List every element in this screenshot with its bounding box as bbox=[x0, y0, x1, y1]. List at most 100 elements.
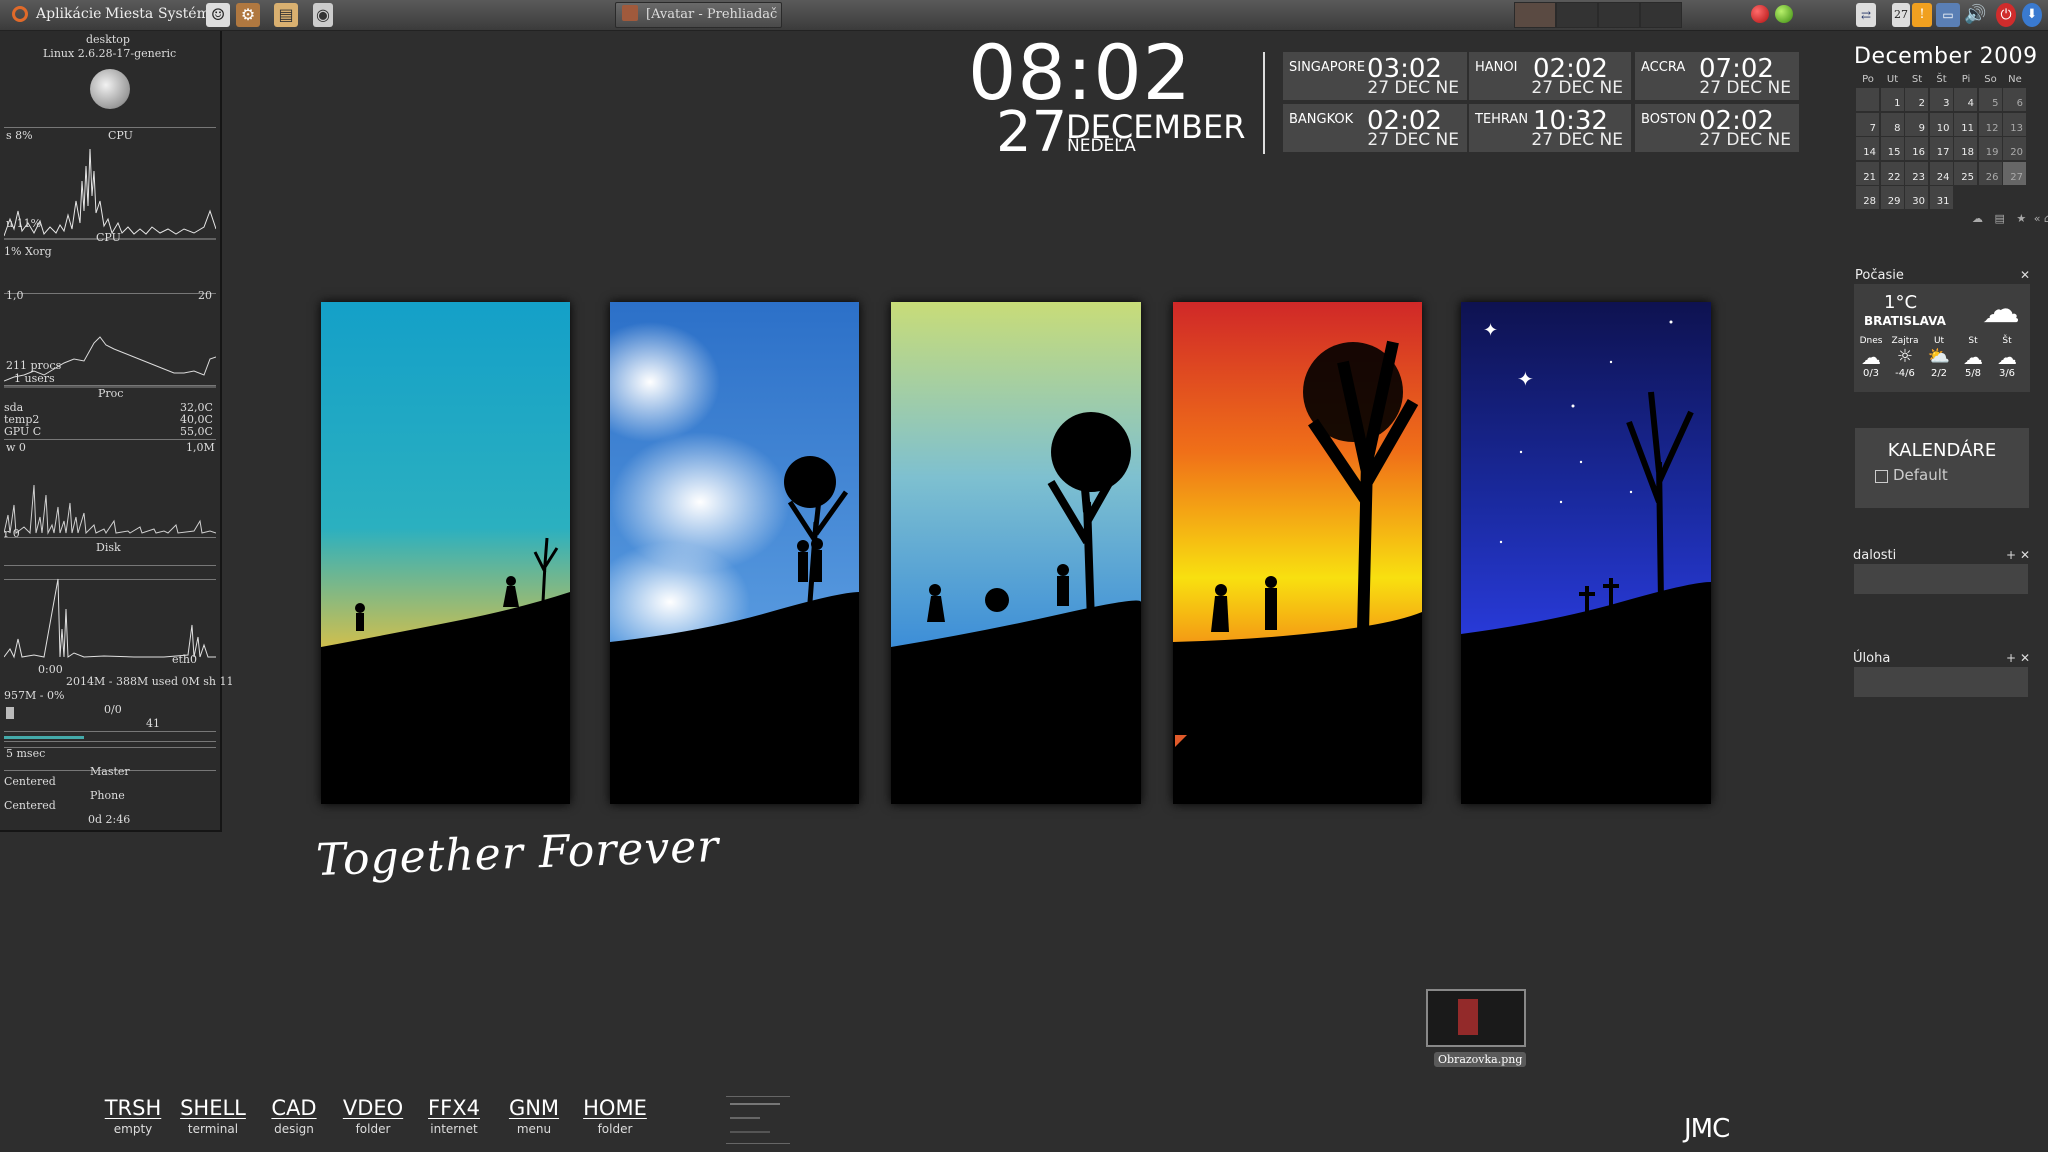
calendar-day[interactable]: 18 bbox=[1954, 137, 1977, 160]
calendar-day[interactable]: 4 bbox=[1954, 88, 1977, 111]
green-apple-icon[interactable] bbox=[1775, 5, 1793, 23]
calendar-day[interactable]: 30 bbox=[1905, 186, 1928, 209]
calendar-day[interactable]: 15 bbox=[1880, 137, 1904, 160]
calendar-tray-icon[interactable]: 27 bbox=[1892, 3, 1910, 27]
calendar-day[interactable]: 26 bbox=[1978, 161, 2002, 185]
ubuntu-logo-icon[interactable] bbox=[12, 6, 28, 22]
taskbar-window-button[interactable]: [Avatar - Prehliadač s... bbox=[615, 2, 782, 28]
calendar-day[interactable]: 10 bbox=[1929, 112, 1953, 136]
calendar-day[interactable]: 14 bbox=[1856, 137, 1879, 160]
calendar-day[interactable]: 9 bbox=[1905, 112, 1928, 136]
launcher-shell[interactable]: SHELL terminal bbox=[178, 1096, 248, 1136]
calendar-day[interactable]: 13 bbox=[2003, 112, 2026, 136]
weather-close-icon[interactable]: ✕ bbox=[2020, 268, 2030, 282]
add-task-icon[interactable]: + bbox=[2006, 651, 2016, 665]
tasks-list[interactable] bbox=[1854, 667, 2028, 697]
window-app-icon bbox=[622, 5, 638, 21]
workspace-4[interactable] bbox=[1640, 2, 1682, 28]
clock-divider bbox=[1263, 52, 1265, 154]
list-icon[interactable]: ▤ bbox=[1995, 212, 2005, 225]
cloud-icon[interactable]: ☁ bbox=[1972, 212, 1983, 225]
file-manager-icon[interactable]: ▤ bbox=[274, 3, 298, 27]
partly-cloudy-icon: ⛅ bbox=[1927, 346, 1951, 367]
events-title: dalosti bbox=[1853, 548, 1897, 563]
events-list[interactable] bbox=[1854, 564, 2028, 594]
calendar-day[interactable]: 3 bbox=[1929, 88, 1953, 111]
calendar-day[interactable]: 22 bbox=[1880, 161, 1904, 185]
launcher-home[interactable]: HOME folder bbox=[580, 1096, 650, 1136]
events-close-icon[interactable]: ✕ bbox=[2020, 548, 2030, 562]
red-apple-icon[interactable] bbox=[1751, 5, 1769, 23]
thumbnail-preview bbox=[1458, 999, 1478, 1035]
wallpaper-art: ✦ ✦ bbox=[1461, 302, 1711, 804]
pidgin-icon[interactable]: ☺ bbox=[206, 3, 230, 27]
launcher-video[interactable]: VDEO folder bbox=[340, 1096, 406, 1136]
calendar-day[interactable]: 29 bbox=[1880, 186, 1904, 209]
calendar-day-header: Ne bbox=[2008, 74, 2022, 85]
calendar-day[interactable]: 19 bbox=[1978, 137, 2002, 160]
network-tray-icon[interactable]: ⇄ bbox=[1856, 3, 1876, 27]
top-panel: Aplikácie Miesta Systém ☺ ⚙ ▤ ◉ [Avatar … bbox=[0, 0, 2048, 31]
workspace-2[interactable] bbox=[1556, 2, 1598, 28]
launcher-gnome-menu[interactable]: GNM menu bbox=[502, 1096, 566, 1136]
calendar-day[interactable]: 6 bbox=[2003, 88, 2026, 111]
calendar-day[interactable]: 5 bbox=[1978, 88, 2002, 111]
calendar-day[interactable]: 23 bbox=[1905, 161, 1928, 185]
disk-max-label: 1,0M bbox=[186, 441, 215, 454]
add-event-icon[interactable]: + bbox=[2006, 548, 2016, 562]
desktop-file-thumbnail[interactable] bbox=[1426, 989, 1526, 1047]
world-clock-date: 27 DEC NE bbox=[1699, 78, 1791, 98]
power-icon[interactable]: ⏻ bbox=[1996, 3, 2016, 27]
tasks-close-icon[interactable]: ✕ bbox=[2020, 651, 2030, 665]
terminal-launcher-icon[interactable]: ◉ bbox=[313, 3, 333, 27]
forecast-row: Dnes ☁ 0/3 Zajtra ☼ -4/6 Ut ⛅ 2/2 St ☁ 5… bbox=[1854, 336, 2030, 390]
home-icon[interactable]: ⌂ bbox=[2044, 212, 2048, 225]
wallpaper-panel-old-age bbox=[1173, 302, 1422, 804]
desktop-file-label[interactable]: Obrazovka.png bbox=[1434, 1052, 1527, 1067]
display-tray-icon[interactable]: ▭ bbox=[1936, 3, 1960, 27]
calendar-day[interactable]: 25 bbox=[1954, 161, 1977, 185]
mini-graph-widget bbox=[726, 1096, 790, 1144]
forecast-day: Ut ⛅ 2/2 bbox=[1924, 336, 1954, 379]
volume-icon[interactable]: 🔊 bbox=[1964, 3, 1986, 27]
launcher-firefox[interactable]: FFX4 internet bbox=[420, 1096, 488, 1136]
update-tray-icon[interactable]: ! bbox=[1912, 3, 1932, 27]
wallpaper-panel-youth bbox=[610, 302, 859, 804]
calendar-day[interactable]: 7 bbox=[1856, 112, 1879, 136]
wallpaper-panel-death: ✦ ✦ bbox=[1461, 302, 1711, 804]
launcher-sublabel: folder bbox=[355, 1122, 391, 1136]
calendar-day[interactable]: 1 bbox=[1880, 88, 1904, 111]
download-tray-icon[interactable]: ⬇ bbox=[2022, 3, 2042, 27]
svg-text:✦: ✦ bbox=[1517, 367, 1534, 391]
settings-launcher-icon[interactable]: ⚙ bbox=[236, 3, 260, 27]
calendar-day[interactable]: 2 bbox=[1905, 88, 1928, 111]
calendar-month-title: December 2009 bbox=[1854, 44, 2038, 69]
disk-write-label: w 0 bbox=[6, 441, 26, 454]
calendar-checkbox[interactable] bbox=[1875, 470, 1888, 483]
calendar-day[interactable]: 11 bbox=[1954, 112, 1977, 136]
calendar-day[interactable]: 8 bbox=[1880, 112, 1904, 136]
load-scale-max: 20 bbox=[198, 289, 212, 302]
star-icon[interactable]: ★ bbox=[2016, 212, 2026, 225]
calendar-day[interactable]: 17 bbox=[1929, 137, 1953, 160]
calendar-day[interactable]: 28 bbox=[1856, 186, 1879, 209]
menu-system[interactable]: Systém bbox=[158, 6, 210, 22]
forecast-day: Št ☁ 3/6 bbox=[1992, 336, 2022, 379]
menu-places[interactable]: Miesta bbox=[105, 6, 153, 22]
menu-applications[interactable]: Aplikácie bbox=[36, 6, 101, 22]
calendar-day[interactable]: 31 bbox=[1929, 186, 1953, 209]
calendar-day[interactable]: 24 bbox=[1929, 161, 1953, 185]
launcher-cad[interactable]: CAD design bbox=[266, 1096, 322, 1136]
workspace-1[interactable] bbox=[1514, 2, 1556, 28]
launcher-trash[interactable]: TRSH empty bbox=[100, 1096, 166, 1136]
calendar-day[interactable]: 27 bbox=[2003, 161, 2026, 185]
prev-month-icon[interactable]: « bbox=[2034, 212, 2041, 225]
calendar-day[interactable]: 12 bbox=[1978, 112, 2002, 136]
audio-balance-phone: Centered bbox=[4, 799, 56, 812]
calendar-day[interactable]: 16 bbox=[1905, 137, 1928, 160]
calendar-day[interactable]: 21 bbox=[1856, 161, 1879, 185]
workspace-3[interactable] bbox=[1598, 2, 1640, 28]
calendar-day[interactable]: 20 bbox=[2003, 137, 2026, 160]
calendar-day-header: Pi bbox=[1961, 74, 1971, 85]
audio-channel-master: Master bbox=[90, 765, 130, 778]
